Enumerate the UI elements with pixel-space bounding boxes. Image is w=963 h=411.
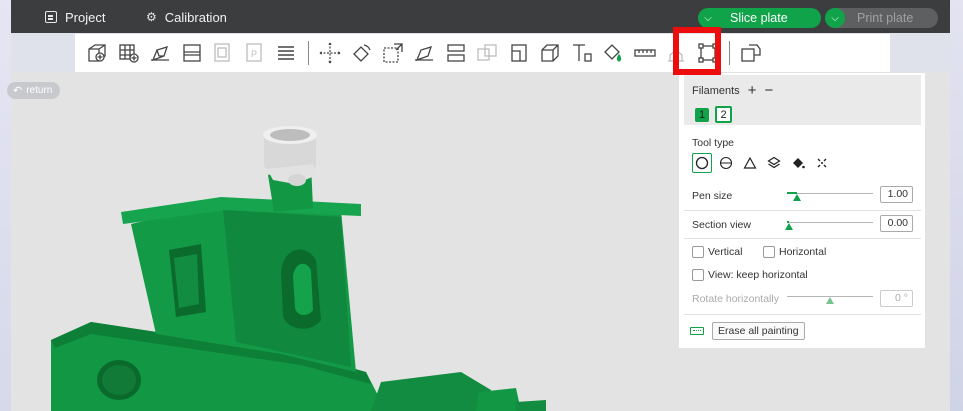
divider bbox=[684, 210, 921, 211]
slider-thumb[interactable] bbox=[826, 297, 834, 304]
erase-all-row: Erase all painting bbox=[690, 322, 805, 340]
calibration-label: Calibration bbox=[164, 9, 227, 25]
pen-size-slider[interactable] bbox=[787, 187, 873, 201]
add-filament-button[interactable]: + bbox=[748, 82, 757, 99]
project-label: Project bbox=[65, 9, 106, 25]
slice-plate-button[interactable]: ⌵ Slice plate bbox=[698, 8, 821, 28]
variable-layer-icon[interactable] bbox=[737, 39, 765, 67]
plate-p-icon[interactable]: P bbox=[241, 39, 269, 67]
rotate-horizontally-input[interactable]: 0 ° bbox=[880, 290, 913, 307]
color-paint-icon[interactable] bbox=[599, 39, 627, 67]
pen-size-label: Pen size bbox=[692, 190, 733, 202]
print-plate-button[interactable]: ⌵ Print plate bbox=[825, 8, 938, 28]
vertical-label: Vertical bbox=[708, 246, 743, 258]
scale-icon[interactable] bbox=[379, 39, 407, 67]
height-range-icon[interactable] bbox=[764, 153, 784, 173]
chevron-down-icon[interactable]: ⌵ bbox=[825, 8, 845, 28]
boolean-icon[interactable] bbox=[473, 39, 501, 67]
arrange-grid-icon[interactable] bbox=[115, 39, 143, 67]
cut-icon[interactable] bbox=[442, 39, 470, 67]
section-view-label: Section view bbox=[692, 219, 751, 231]
measure-icon[interactable] bbox=[631, 39, 659, 67]
return-label: return bbox=[26, 85, 53, 96]
add-object-icon[interactable] bbox=[83, 39, 111, 67]
horizontal-checkbox[interactable]: Horizontal bbox=[763, 246, 826, 258]
layers-icon[interactable] bbox=[272, 39, 300, 67]
keyboard-icon bbox=[690, 327, 704, 335]
keep-horizontal-checkbox[interactable]: View: keep horizontal bbox=[692, 269, 808, 281]
gap-fill-icon[interactable] bbox=[812, 153, 832, 173]
checkbox-box[interactable] bbox=[692, 246, 704, 258]
top-bar: Project ⚙ Calibration ⌵ Slice plate ⌵ Pr… bbox=[11, 0, 950, 33]
toolbar-separator bbox=[307, 41, 309, 65]
print-plate-label: Print plate bbox=[857, 11, 914, 25]
window-frame-left bbox=[0, 0, 11, 411]
pen-size-input[interactable]: 1.00 bbox=[880, 186, 913, 203]
remove-filament-button[interactable]: − bbox=[764, 82, 773, 99]
return-button[interactable]: ↶ return bbox=[7, 82, 61, 99]
orient-icon[interactable] bbox=[146, 39, 174, 67]
tool-bar: P bbox=[75, 34, 890, 72]
rotate-horizontally-label: Rotate horizontally bbox=[692, 293, 779, 305]
checkbox-box[interactable] bbox=[692, 269, 704, 281]
filament-2-chip[interactable]: 2 bbox=[715, 106, 732, 123]
divider bbox=[684, 314, 921, 315]
divider bbox=[684, 238, 921, 239]
slice-plate-label: Slice plate bbox=[730, 11, 788, 25]
rotate-horizontally-slider[interactable] bbox=[787, 290, 873, 304]
highlighted-paint-tool-frame bbox=[673, 27, 721, 75]
rotate-icon[interactable] bbox=[347, 39, 375, 67]
toolbar-separator bbox=[729, 41, 730, 65]
sphere-brush-icon[interactable] bbox=[716, 153, 736, 173]
tool-type-row bbox=[692, 153, 836, 173]
undo-arrow-icon: ↶ bbox=[13, 85, 23, 97]
filaments-header: Filaments + − bbox=[692, 82, 773, 99]
project-tab[interactable]: Project bbox=[45, 8, 105, 26]
project-icon bbox=[45, 11, 57, 23]
plate-object-icon[interactable] bbox=[209, 39, 237, 67]
seam-paint-icon[interactable] bbox=[536, 39, 564, 67]
color-painting-panel: Filaments + − 1 2 Tool type Pen size 1.0… bbox=[679, 73, 925, 348]
text-emboss-icon[interactable] bbox=[568, 39, 596, 67]
horizontal-label: Horizontal bbox=[779, 246, 827, 258]
vertical-checkbox[interactable]: Vertical bbox=[692, 246, 742, 258]
filaments-section: Filaments + − 1 2 bbox=[684, 75, 921, 125]
filaments-label: Filaments bbox=[692, 84, 740, 97]
split-layout-icon[interactable] bbox=[178, 39, 206, 67]
checkbox-box[interactable] bbox=[763, 246, 775, 258]
calibration-tab[interactable]: ⚙ Calibration bbox=[146, 8, 227, 26]
move-icon[interactable] bbox=[316, 39, 344, 67]
chevron-down-icon[interactable]: ⌵ bbox=[698, 8, 718, 28]
support-paint-icon[interactable] bbox=[505, 39, 533, 67]
erase-all-painting-button[interactable]: Erase all painting bbox=[712, 322, 805, 340]
fill-bucket-icon[interactable] bbox=[788, 153, 808, 173]
lay-on-face-icon[interactable] bbox=[410, 39, 438, 67]
tool-type-label: Tool type bbox=[692, 137, 735, 149]
slider-thumb[interactable] bbox=[793, 194, 802, 201]
slider-thumb[interactable] bbox=[785, 223, 793, 230]
section-view-slider[interactable] bbox=[785, 216, 873, 230]
section-view-input[interactable]: 0.00 bbox=[880, 215, 913, 232]
triangle-icon[interactable] bbox=[740, 153, 760, 173]
slider-track bbox=[787, 222, 873, 223]
svg-text:P: P bbox=[251, 49, 257, 59]
circle-brush-icon[interactable] bbox=[692, 153, 712, 173]
calibration-gear-icon: ⚙ bbox=[146, 10, 157, 24]
window-frame-right bbox=[950, 0, 963, 411]
keep-horizontal-label: View: keep horizontal bbox=[708, 269, 808, 281]
filament-1-chip[interactable]: 1 bbox=[695, 108, 709, 122]
